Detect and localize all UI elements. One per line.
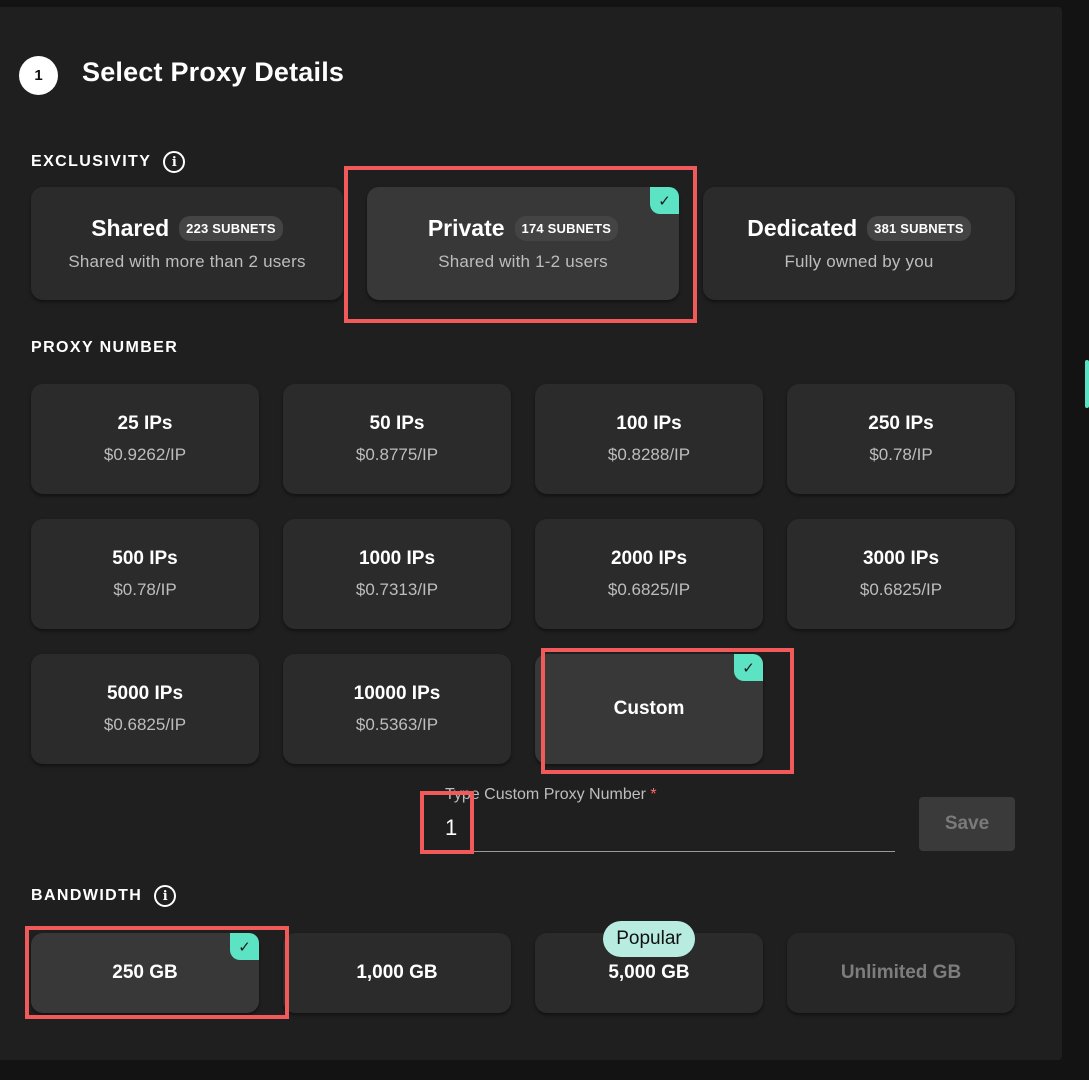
bandwidth-option-1000[interactable]: 1,000 GB xyxy=(283,933,511,1013)
custom-label: Custom xyxy=(613,698,685,719)
info-icon[interactable]: i xyxy=(163,151,186,173)
bandwidth-label: 250 GB xyxy=(112,962,178,983)
step-number-badge: 1 xyxy=(19,56,58,95)
exclusivity-name: Private xyxy=(427,215,505,241)
custom-proxy-number-field: Type Custom Proxy Number * xyxy=(445,784,895,852)
exclusivity-option-dedicated[interactable]: Dedicated 381 SUBNETS Fully owned by you xyxy=(703,187,1015,300)
proxy-option-3000[interactable]: 3000 IPs $0.6825/IP xyxy=(787,519,1015,629)
proxy-option-50[interactable]: 50 IPs $0.8775/IP xyxy=(283,384,511,494)
bandwidth-option-250[interactable]: ✓ 250 GB xyxy=(31,933,259,1013)
subnet-count-badge: 174 SUBNETS xyxy=(514,216,619,241)
exclusivity-description: Shared with more than 2 users xyxy=(68,252,306,271)
bandwidth-option-unlimited[interactable]: Unlimited GB xyxy=(787,933,1015,1013)
proxy-count: 500 IPs xyxy=(112,548,178,569)
proxy-details-panel: 1 Select Proxy Details EXCLUSIVITY i Sha… xyxy=(0,7,1062,1060)
proxy-price: $0.78/IP xyxy=(113,580,177,599)
proxy-option-25[interactable]: 25 IPs $0.9262/IP xyxy=(31,384,259,494)
proxy-number-section-label: PROXY NUMBER xyxy=(31,339,178,357)
proxy-option-10000[interactable]: 10000 IPs $0.5363/IP xyxy=(283,654,511,764)
proxy-option-5000[interactable]: 5000 IPs $0.6825/IP xyxy=(31,654,259,764)
page-title: Select Proxy Details xyxy=(82,57,345,87)
proxy-option-1000[interactable]: 1000 IPs $0.7313/IP xyxy=(283,519,511,629)
exclusivity-label: EXCLUSIVITY xyxy=(31,153,152,170)
bandwidth-label: 5,000 GB xyxy=(608,962,690,983)
proxy-count: 1000 IPs xyxy=(358,548,436,569)
proxy-price: $0.8288/IP xyxy=(607,445,691,464)
check-icon: ✓ xyxy=(734,654,763,681)
save-button[interactable]: Save xyxy=(919,797,1015,851)
proxy-price: $0.7313/IP xyxy=(355,580,439,599)
check-icon: ✓ xyxy=(230,933,259,960)
subnet-count-badge: 381 SUBNETS xyxy=(867,216,971,241)
proxy-count: 250 IPs xyxy=(868,413,934,434)
proxy-option-500[interactable]: 500 IPs $0.78/IP xyxy=(31,519,259,629)
custom-proxy-number-label-text: Type Custom Proxy Number xyxy=(445,786,646,803)
subnet-count-badge: 223 SUBNETS xyxy=(179,216,283,241)
proxy-count: 5000 IPs xyxy=(106,683,184,704)
proxy-count: 100 IPs xyxy=(616,413,682,434)
bandwidth-label: 1,000 GB xyxy=(356,962,438,983)
bandwidth-label: BANDWIDTH xyxy=(31,887,143,904)
proxy-price: $0.6825/IP xyxy=(607,580,691,599)
exclusivity-description: Shared with 1-2 users xyxy=(438,252,608,271)
exclusivity-description: Fully owned by you xyxy=(784,252,934,271)
exclusivity-option-shared[interactable]: Shared 223 SUBNETS Shared with more than… xyxy=(31,187,343,300)
proxy-price: $0.6825/IP xyxy=(103,715,187,734)
proxy-option-custom[interactable]: ✓ Custom xyxy=(535,654,763,764)
scroll-accent xyxy=(1085,360,1089,408)
proxy-count: 3000 IPs xyxy=(862,548,940,569)
proxy-price: $0.78/IP xyxy=(869,445,933,464)
proxy-count: 2000 IPs xyxy=(610,548,688,569)
required-asterisk: * xyxy=(650,786,657,803)
proxy-price: $0.5363/IP xyxy=(355,715,439,734)
proxy-option-2000[interactable]: 2000 IPs $0.6825/IP xyxy=(535,519,763,629)
exclusivity-section-label: EXCLUSIVITY i xyxy=(31,151,186,173)
bandwidth-section-label: BANDWIDTH i xyxy=(31,885,177,907)
exclusivity-name: Shared xyxy=(91,215,170,241)
proxy-price: $0.8775/IP xyxy=(355,445,439,464)
proxy-price: $0.6825/IP xyxy=(859,580,943,599)
proxy-number-label: PROXY NUMBER xyxy=(31,339,179,356)
exclusivity-option-private[interactable]: ✓ Private 174 SUBNETS Shared with 1-2 us… xyxy=(367,187,679,300)
custom-proxy-number-input[interactable] xyxy=(445,811,895,845)
exclusivity-name: Dedicated xyxy=(747,215,858,241)
proxy-price: $0.9262/IP xyxy=(103,445,187,464)
custom-proxy-number-label: Type Custom Proxy Number * xyxy=(445,786,657,804)
check-icon: ✓ xyxy=(650,187,679,214)
proxy-option-100[interactable]: 100 IPs $0.8288/IP xyxy=(535,384,763,494)
proxy-option-250[interactable]: 250 IPs $0.78/IP xyxy=(787,384,1015,494)
info-icon[interactable]: i xyxy=(154,885,177,907)
proxy-count: 25 IPs xyxy=(117,413,173,434)
proxy-count: 50 IPs xyxy=(369,413,425,434)
proxy-count: 10000 IPs xyxy=(353,683,441,704)
bandwidth-label: Unlimited GB xyxy=(840,962,962,983)
popular-badge: Popular xyxy=(603,921,695,957)
